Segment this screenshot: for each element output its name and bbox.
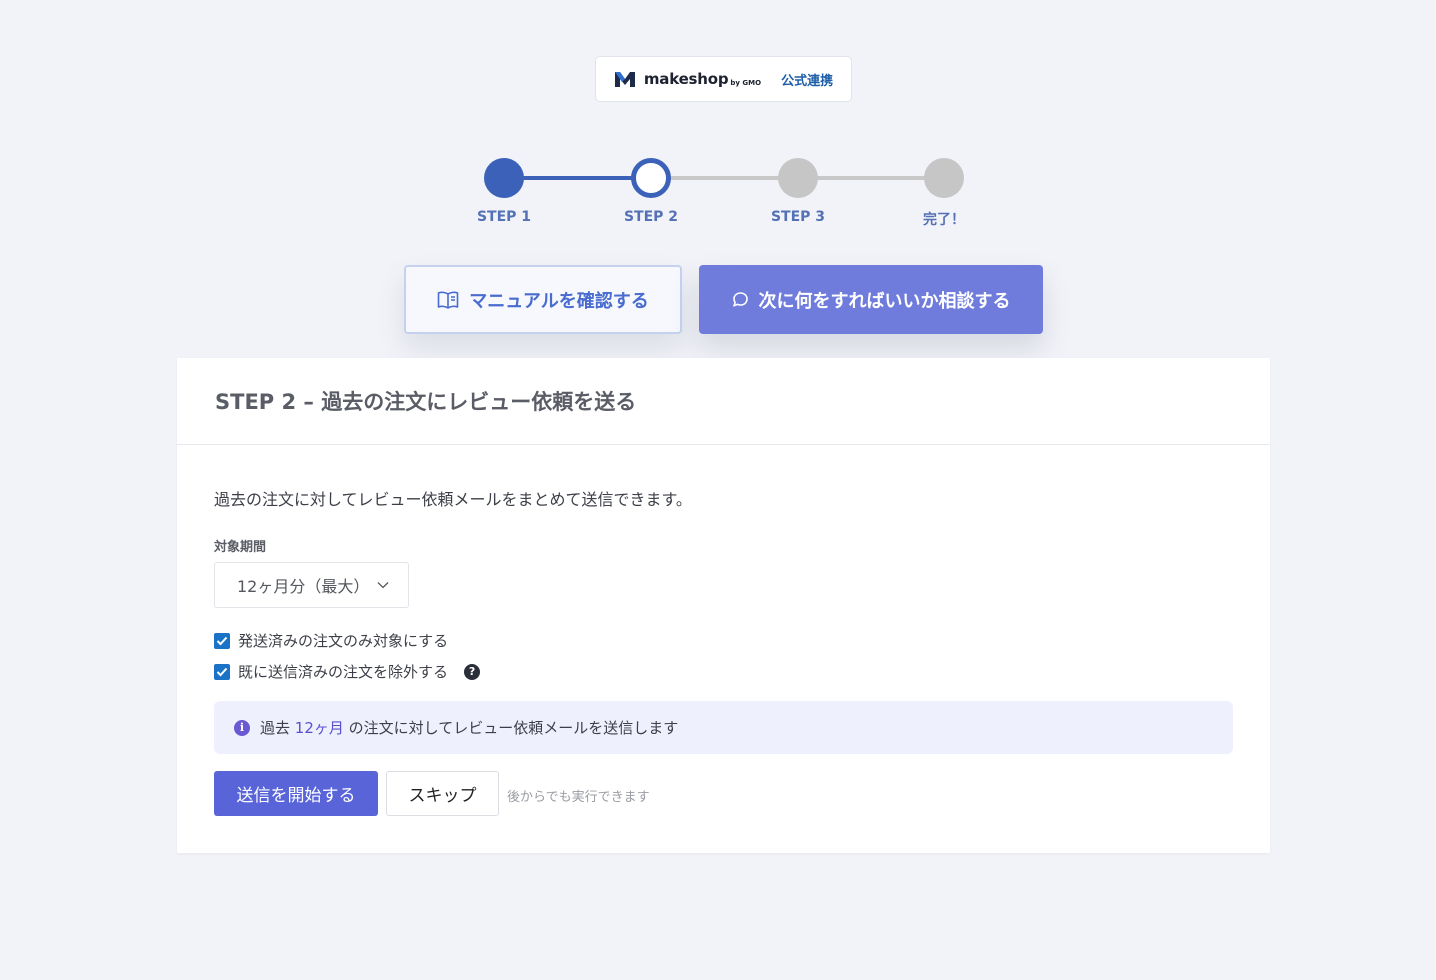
exclude-sent-label[interactable]: 既に送信済みの注文を除外する bbox=[238, 661, 448, 682]
later-note: 後からでも実行できます bbox=[507, 790, 650, 805]
step-2-dot bbox=[631, 158, 671, 198]
chevron-down-icon bbox=[377, 582, 389, 589]
partner-label: 公式連携 bbox=[781, 73, 834, 89]
start-sending-button[interactable]: 送信を開始する bbox=[214, 771, 378, 816]
exclude-sent-option: 既に送信済みの注文を除外する ? bbox=[214, 661, 481, 682]
chat-bubble-icon bbox=[732, 292, 748, 307]
partner-badge: makeshop by GMO 公式連携 bbox=[595, 56, 852, 102]
progress-stepper: STEP 1 STEP 2 STEP 3 完了！ bbox=[460, 156, 990, 236]
step-connector-1 bbox=[504, 176, 651, 180]
view-manual-button[interactable]: マニュアルを確認する bbox=[404, 265, 682, 334]
info-notice: i 過去 12ヶ月 の注文に対してレビュー依頼メールを送信します bbox=[214, 701, 1233, 754]
step-1-label: STEP 1 bbox=[476, 209, 532, 225]
brand-name: makeshop bbox=[643, 70, 729, 88]
step-3-dot bbox=[778, 158, 818, 198]
card-title: STEP 2 – 過去の注文にレビュー依頼を送る bbox=[215, 390, 637, 414]
period-label: 対象期間 bbox=[214, 540, 267, 555]
exclude-sent-checkbox[interactable] bbox=[214, 663, 230, 680]
consult-next-step-label: 次に何をすればいいか相談する bbox=[758, 290, 1011, 312]
period-select[interactable]: 12ヶ月分（最大） bbox=[214, 562, 409, 608]
notice-prefix: 過去 bbox=[260, 719, 291, 737]
card-header: STEP 2 – 過去の注文にレビュー依頼を送る bbox=[177, 358, 1270, 445]
step-1-dot bbox=[484, 158, 524, 198]
makeshop-logo-icon bbox=[614, 72, 635, 87]
step-complete-label: 完了！ bbox=[923, 212, 965, 228]
info-icon: i bbox=[234, 719, 250, 736]
card-description: 過去の注文に対してレビュー依頼メールをまとめて送信できます。 bbox=[214, 490, 692, 509]
notice-text: 過去 12ヶ月 の注文に対してレビュー依頼メールを送信します bbox=[260, 717, 678, 738]
step-2-label: STEP 2 bbox=[623, 209, 679, 225]
shipped-only-checkbox[interactable] bbox=[214, 632, 230, 649]
checkmark-icon bbox=[216, 667, 228, 676]
step-complete-dot bbox=[924, 158, 964, 198]
period-select-value: 12ヶ月分（最大） bbox=[237, 577, 370, 596]
skip-button[interactable]: スキップ bbox=[386, 771, 499, 816]
notice-highlight: 12ヶ月 bbox=[294, 719, 344, 737]
step-3-label: STEP 3 bbox=[770, 209, 826, 225]
book-icon bbox=[437, 291, 459, 309]
view-manual-label: マニュアルを確認する bbox=[469, 290, 649, 312]
shipped-only-label[interactable]: 発送済みの注文のみ対象にする bbox=[238, 630, 448, 651]
notice-suffix: の注文に対してレビュー依頼メールを送信します bbox=[348, 719, 679, 737]
step-connector-3 bbox=[798, 176, 945, 180]
checkmark-icon bbox=[216, 636, 228, 645]
step2-card: STEP 2 – 過去の注文にレビュー依頼を送る 過去の注文に対してレビュー依頼… bbox=[177, 358, 1270, 853]
step-connector-2 bbox=[651, 176, 798, 180]
brand-sub: by GMO bbox=[730, 79, 762, 87]
help-icon[interactable]: ? bbox=[464, 663, 481, 680]
shipped-only-option: 発送済みの注文のみ対象にする bbox=[214, 630, 448, 651]
consult-next-step-button[interactable]: 次に何をすればいいか相談する bbox=[699, 265, 1043, 334]
